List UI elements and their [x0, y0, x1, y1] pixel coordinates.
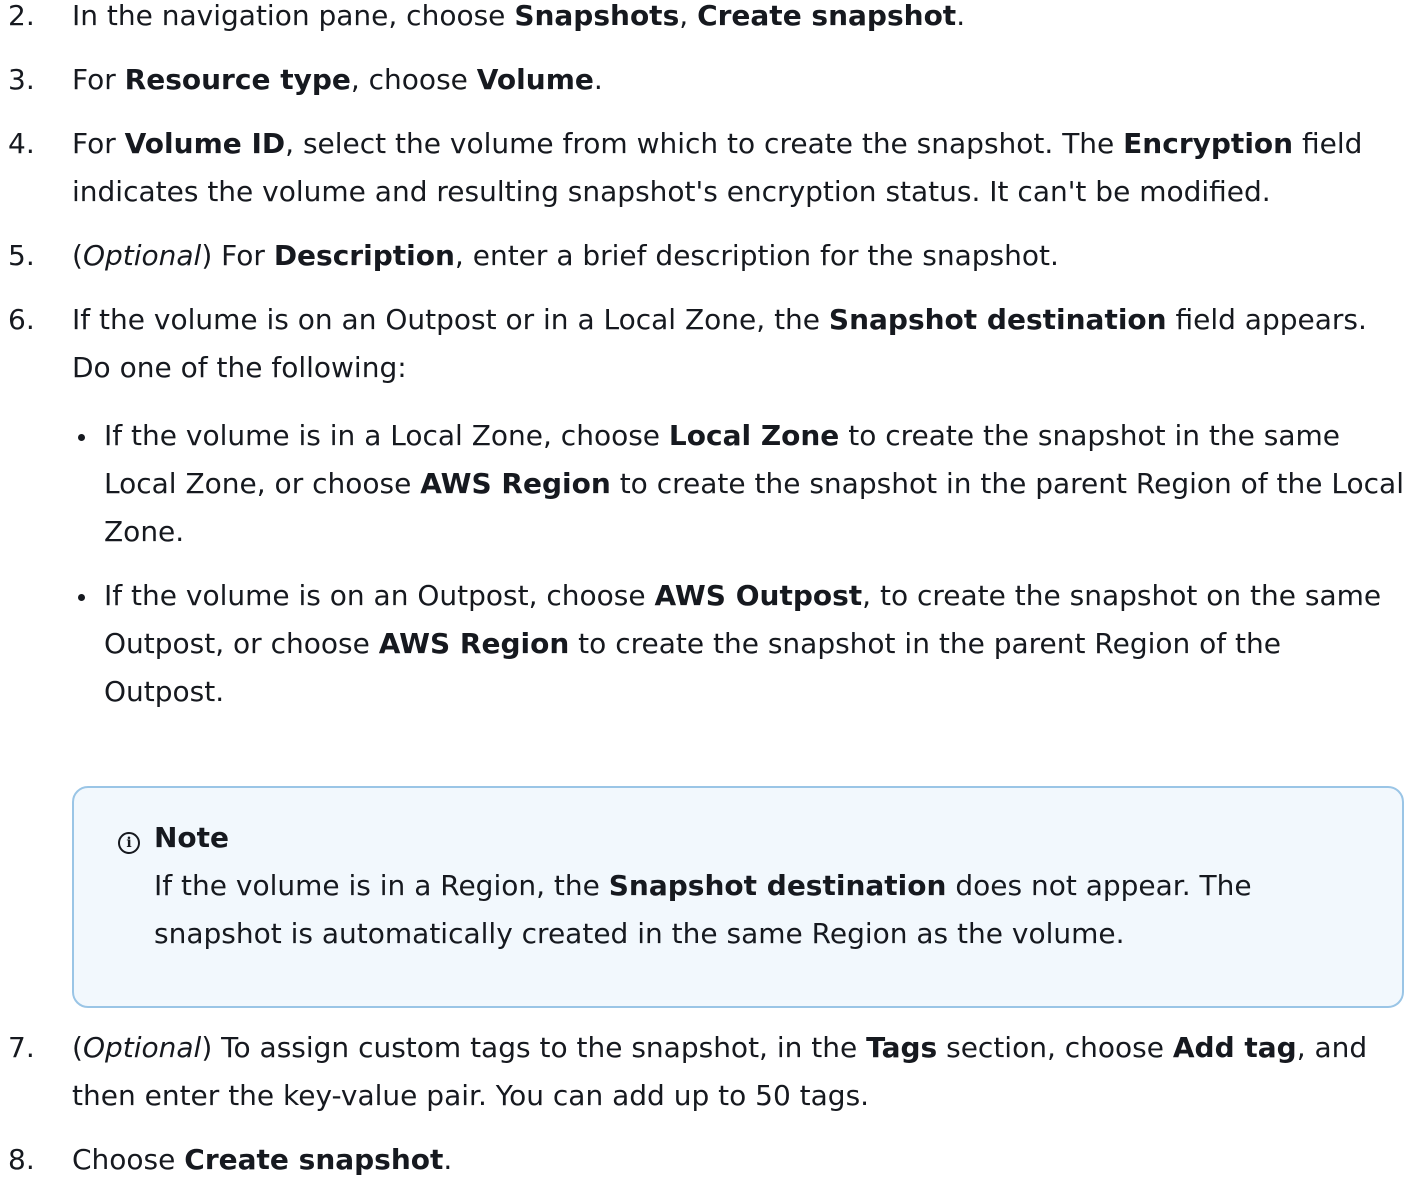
ui-term-volume-id: Volume ID: [124, 127, 286, 160]
list-item: If the volume is in a Local Zone, choose…: [72, 412, 1408, 556]
step-text: Choose Create snapshot.: [72, 1143, 453, 1176]
ui-term-encryption: Encryption: [1123, 127, 1294, 160]
step-number: 7.: [8, 1031, 35, 1064]
ui-term-resource-type: Resource type: [124, 63, 351, 96]
step-number: 8.: [8, 1143, 35, 1176]
bullet-list: If the volume is in a Local Zone, choose…: [72, 412, 1408, 716]
step-4: 4. For Volume ID, select the volume from…: [0, 120, 1408, 216]
ui-term-tags: Tags: [866, 1031, 938, 1064]
ui-term-snapshot-destination: Snapshot destination: [828, 303, 1167, 336]
ui-term-create-snapshot: Create snapshot: [697, 0, 957, 32]
step-3: 3. For Resource type, choose Volume.: [0, 56, 1408, 104]
optional-label: Optional: [82, 239, 202, 272]
note-title: Note: [154, 821, 230, 854]
step-number: 3.: [8, 63, 35, 96]
note-callout: i Note If the volume is in a Region, the…: [72, 786, 1404, 1008]
step-text: In the navigation pane, choose Snapshots…: [72, 0, 966, 32]
info-icon: i: [118, 832, 140, 854]
step-7: 7. (Optional) To assign custom tags to t…: [0, 1024, 1408, 1120]
step-text: (Optional) To assign custom tags to the …: [72, 1031, 1368, 1112]
ui-term-snapshots: Snapshots: [514, 0, 680, 32]
ui-term-aws-region: AWS Region: [378, 627, 570, 660]
ui-term-add-tag: Add tag: [1172, 1031, 1297, 1064]
ui-term-create-snapshot: Create snapshot: [184, 1143, 444, 1176]
step-8: 8. Choose Create snapshot.: [0, 1136, 1408, 1184]
optional-label: Optional: [82, 1031, 202, 1064]
step-number: 6.: [8, 303, 35, 336]
step-text: (Optional) For Description, enter a brie…: [72, 239, 1059, 272]
step-text: For Volume ID, select the volume from wh…: [72, 127, 1363, 208]
note-body: If the volume is in a Region, the Snapsh…: [154, 869, 1252, 950]
document: 2. In the navigation pane, choose Snapsh…: [0, 0, 1408, 1200]
step-2: 2. In the navigation pane, choose Snapsh…: [0, 0, 1408, 40]
ui-term-snapshot-destination: Snapshot destination: [608, 869, 947, 902]
ui-term-local-zone: Local Zone: [668, 419, 840, 452]
ui-term-description: Description: [273, 239, 455, 272]
ui-term-aws-outpost: AWS Outpost: [654, 579, 863, 612]
step-6: 6. If the volume is on an Outpost or in …: [0, 296, 1408, 1008]
step-number: 5.: [8, 239, 35, 272]
step-text: For Resource type, choose Volume.: [72, 63, 603, 96]
step-text: If the volume is on an Outpost or in a L…: [72, 303, 1367, 384]
ui-term-aws-region: AWS Region: [420, 467, 611, 500]
step-number: 4.: [8, 127, 35, 160]
list-item: If the volume is on an Outpost, choose A…: [72, 572, 1408, 716]
step-5: 5. (Optional) For Description, enter a b…: [0, 232, 1408, 280]
ui-term-volume: Volume: [476, 63, 594, 96]
step-number: 2.: [8, 0, 35, 32]
